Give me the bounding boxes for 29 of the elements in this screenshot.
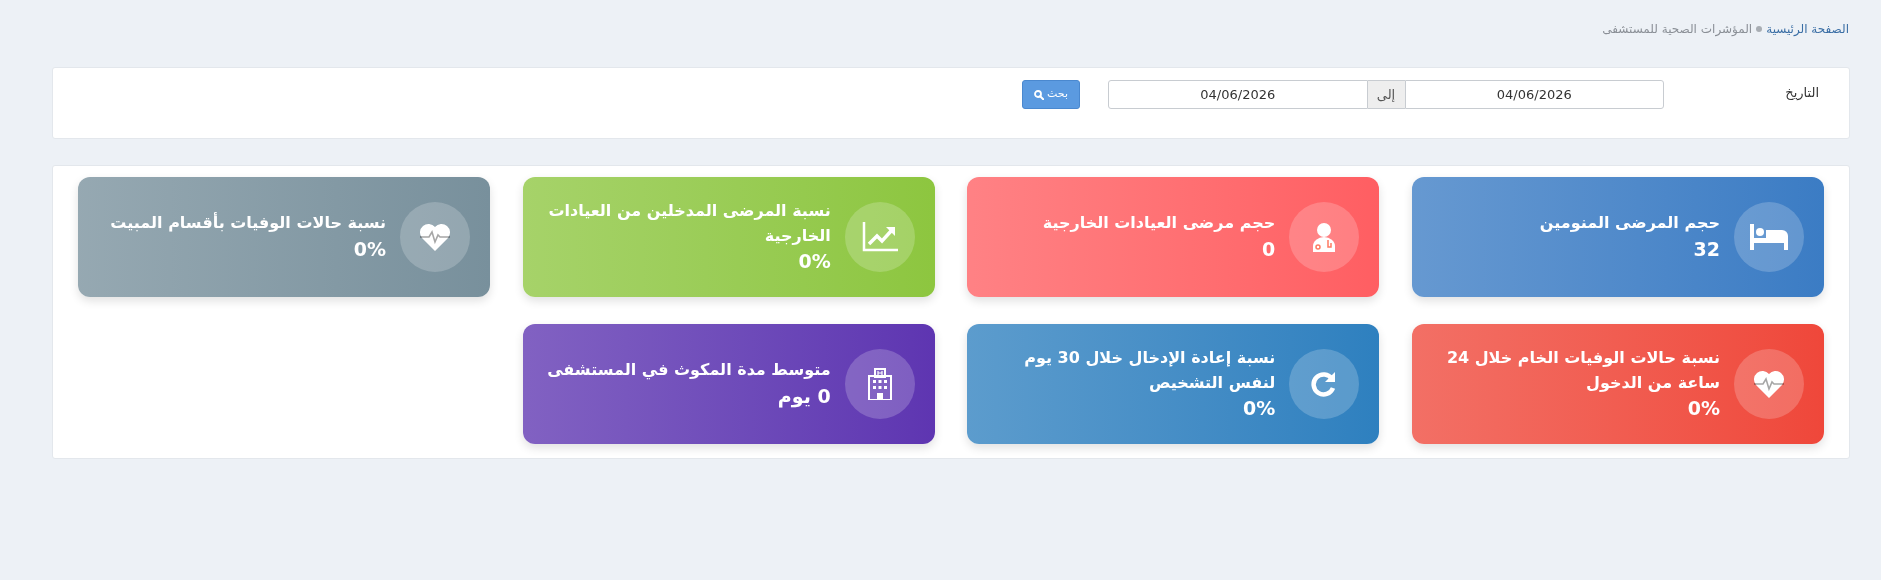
card-title: نسبة حالات الوفيات الخام خلال 24 ساعة من الدخول xyxy=(1445,346,1720,394)
heartbeat-icon xyxy=(419,223,452,251)
card-value: 0 يوم xyxy=(777,383,831,410)
breadcrumb-current: المؤشرات الصحية للمستشفى xyxy=(1602,21,1753,38)
heartbeat-icon xyxy=(1753,370,1785,398)
date-separator: إلى xyxy=(1367,80,1405,109)
card-title: نسبة حالات الوفيات بأقسام المبيت xyxy=(110,211,387,235)
card-value: 0% xyxy=(798,249,831,275)
card-title: نسبة المرضى المدخلين من العيادات الخارجية xyxy=(547,199,831,247)
date-label: التاريخ xyxy=(1784,84,1820,102)
card-value: 32 xyxy=(1693,236,1720,262)
to-date-field[interactable]: 04/06/2026 xyxy=(1108,80,1368,109)
card-title: حجم المرضى المنومين xyxy=(1539,212,1720,235)
card-title: حجم مرضى العيادات الخارجية xyxy=(1042,212,1276,235)
card-value: 0% xyxy=(1243,396,1276,422)
search-icon xyxy=(1034,89,1044,100)
card-title: نسبة إعادة الإدخال خلال 30 يوم لنفس التشخيص xyxy=(1023,346,1276,394)
card-title: متوسط مدة المكوث في المستشفى xyxy=(547,359,831,382)
bed-icon xyxy=(1750,224,1788,250)
hospital-icon xyxy=(867,368,892,400)
card-value: 0 xyxy=(1262,236,1276,262)
card-value: 0% xyxy=(1687,396,1720,422)
refresh-icon xyxy=(1311,371,1338,397)
doctor-icon xyxy=(1311,222,1338,252)
from-date-field[interactable]: 04/06/2026 xyxy=(1404,80,1664,109)
breadcrumb-link[interactable]: الصفحة الرئيسية xyxy=(1766,20,1849,38)
separator-dot-icon xyxy=(1756,25,1763,32)
card-value: 0% xyxy=(353,236,387,262)
chart-icon xyxy=(861,222,898,252)
